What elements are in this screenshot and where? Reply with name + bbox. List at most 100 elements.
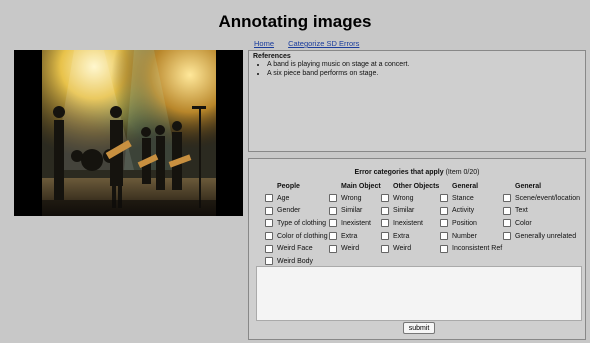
reference-item: A six piece band performs on stage. — [267, 70, 581, 79]
column-title: People — [277, 183, 300, 190]
option-age[interactable]: Age — [265, 192, 328, 205]
option-label: Extra — [341, 232, 358, 240]
option-label: Inexistent — [341, 219, 371, 227]
option-label: Similar — [393, 207, 415, 215]
checkbox[interactable] — [381, 194, 389, 203]
checkbox[interactable] — [381, 206, 389, 215]
checkbox[interactable] — [329, 194, 337, 203]
option-label: Number — [452, 232, 477, 240]
option-similar[interactable]: Similar — [329, 205, 381, 218]
option-label: Gender — [277, 207, 301, 215]
option-label: Position — [452, 219, 477, 227]
error-categories-title: Error categories that apply — [354, 169, 444, 176]
option-text[interactable]: Text — [503, 205, 580, 218]
checkbox[interactable] — [265, 194, 273, 203]
error-categories-heading: Error categories that apply (Item 0/20) — [249, 169, 585, 176]
option-color-of-clothing[interactable]: Color of clothing — [265, 230, 328, 243]
references-panel: References A band is playing music on st… — [248, 50, 586, 152]
option-gender[interactable]: Gender — [265, 205, 328, 218]
option-label: Similar — [341, 207, 363, 215]
option-label: Inconsistent Ref — [452, 245, 503, 253]
categorize-sd-errors-link[interactable]: Categorize SD Errors — [288, 39, 359, 48]
option-generally-unrelated[interactable]: Generally unrelated — [503, 230, 580, 243]
option-label: Age — [277, 194, 290, 202]
option-label: Scene/event/location — [515, 194, 580, 202]
page-title: Annotating images — [218, 12, 372, 31]
checkbox[interactable] — [265, 219, 273, 228]
option-stance[interactable]: Stance — [440, 192, 502, 205]
checkbox[interactable] — [265, 206, 273, 215]
checkbox[interactable] — [329, 206, 337, 215]
option-label: Stance — [452, 194, 474, 202]
notes-textarea[interactable] — [256, 266, 582, 321]
option-inexistent[interactable]: Inexistent — [329, 217, 381, 230]
checkbox[interactable] — [329, 219, 337, 228]
reference-item: A band is playing music on stage at a co… — [267, 61, 581, 70]
option-scene-event-location[interactable]: Scene/event/location — [503, 192, 580, 205]
option-label: Weird — [341, 245, 360, 253]
option-label: Activity — [452, 207, 475, 215]
option-weird-face[interactable]: Weird Face — [265, 242, 328, 255]
option-label: Generally unrelated — [515, 232, 577, 240]
column-title: General — [452, 183, 479, 190]
option-similar[interactable]: Similar — [381, 205, 439, 218]
checkbox[interactable] — [503, 194, 511, 203]
nav-bar: Home Categorize SD Errors — [254, 39, 371, 48]
item-counter: (Item 0/20) — [445, 169, 480, 176]
option-color[interactable]: Color — [503, 217, 580, 230]
column-general-2: General Scene/event/location Text Color … — [503, 183, 580, 242]
checkbox[interactable] — [503, 206, 511, 215]
concert-image — [14, 50, 243, 216]
checkbox[interactable] — [440, 206, 448, 215]
checkbox[interactable] — [329, 232, 337, 241]
column-title: Other Objects — [393, 183, 440, 190]
option-label: Weird — [393, 245, 412, 253]
column-other-objects: Other Objects Wrong Similar Inexistent E… — [381, 183, 439, 255]
checkbox[interactable] — [503, 219, 511, 228]
option-extra[interactable]: Extra — [381, 230, 439, 243]
checkbox[interactable] — [381, 244, 389, 253]
option-inexistent[interactable]: Inexistent — [381, 217, 439, 230]
checkbox[interactable] — [503, 232, 511, 241]
checkbox[interactable] — [381, 219, 389, 228]
option-label: Wrong — [393, 194, 414, 202]
option-type-of-clothing[interactable]: Type of clothing — [265, 217, 328, 230]
option-label: Inexistent — [393, 219, 423, 227]
option-inconsistent-ref[interactable]: Inconsistent Ref — [440, 242, 502, 255]
option-label: Type of clothing — [277, 219, 327, 227]
checkbox[interactable] — [440, 219, 448, 228]
option-label: Weird Body — [277, 257, 314, 265]
references-list: A band is playing music on stage at a co… — [253, 61, 581, 78]
option-label: Weird Face — [277, 245, 313, 253]
checkbox[interactable] — [440, 194, 448, 203]
submit-button[interactable]: submit — [403, 322, 435, 334]
checkbox[interactable] — [265, 257, 273, 266]
checkbox[interactable] — [381, 232, 389, 241]
option-weird[interactable]: Weird — [381, 242, 439, 255]
checkbox[interactable] — [265, 244, 273, 253]
option-wrong[interactable]: Wrong — [381, 192, 439, 205]
home-link[interactable]: Home — [254, 39, 274, 48]
column-main-object: Main Object Wrong Similar Inexistent Ext… — [329, 183, 381, 255]
column-title: Main Object — [341, 183, 381, 190]
option-extra[interactable]: Extra — [329, 230, 381, 243]
error-categories-panel: Error categories that apply (Item 0/20) … — [248, 158, 586, 340]
checkbox[interactable] — [329, 244, 337, 253]
references-title: References — [253, 53, 291, 60]
option-label: Extra — [393, 232, 410, 240]
option-label: Color of clothing — [277, 232, 328, 240]
option-label: Wrong — [341, 194, 362, 202]
option-activity[interactable]: Activity — [440, 205, 502, 218]
checkbox[interactable] — [440, 244, 448, 253]
checkbox[interactable] — [440, 232, 448, 241]
option-weird[interactable]: Weird — [329, 242, 381, 255]
column-people: People Age Gender Type of clothing Color… — [265, 183, 328, 268]
option-position[interactable]: Position — [440, 217, 502, 230]
column-title: General — [515, 183, 542, 190]
option-label: Text — [515, 207, 528, 215]
column-general: General Stance Activity Position Number … — [440, 183, 502, 255]
option-label: Color — [515, 219, 532, 227]
option-wrong[interactable]: Wrong — [329, 192, 381, 205]
checkbox[interactable] — [265, 232, 273, 241]
option-number[interactable]: Number — [440, 230, 502, 243]
